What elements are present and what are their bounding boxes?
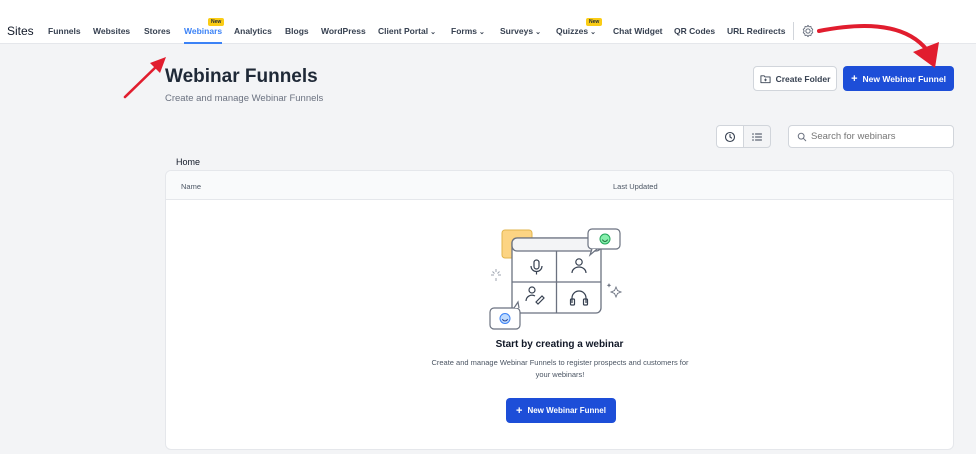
new-webinar-funnel-button[interactable]: + New Webinar Funnel	[843, 66, 954, 91]
nav-item-label: Quizzes	[556, 26, 589, 36]
nav-item-webinars[interactable]: Webinars	[184, 26, 222, 36]
nav-item-url-redirects[interactable]: URL Redirects	[727, 26, 785, 36]
new-webinar-funnel-label: New Webinar Funnel	[862, 73, 946, 84]
empty-state-new-webinar-funnel-button[interactable]: + New Webinar Funnel	[506, 398, 616, 423]
active-tab-indicator	[184, 42, 222, 44]
nav-item-analytics[interactable]: Analytics	[234, 26, 272, 36]
nav-item-stores[interactable]: Stores	[144, 26, 170, 36]
table-header: Name Last Updated	[166, 171, 953, 200]
top-navigation: Sites Funnels Websites Stores New Webina…	[0, 0, 976, 44]
nav-item-quizzes[interactable]: Quizzes ⌄	[556, 26, 596, 36]
page-subtitle: Create and manage Webinar Funnels	[165, 93, 324, 104]
nav-item-chat-widget[interactable]: Chat Widget	[613, 26, 663, 36]
nav-item-blogs[interactable]: Blogs	[285, 26, 309, 36]
clock-icon	[724, 131, 736, 142]
empty-state-button-label: New Webinar Funnel	[527, 406, 606, 415]
column-header-name[interactable]: Name	[181, 182, 201, 191]
column-header-last-updated[interactable]: Last Updated	[613, 182, 658, 191]
webinar-illustration	[489, 228, 623, 330]
nav-item-label: Client Portal	[378, 26, 429, 36]
nav-item-client-portal[interactable]: Client Portal ⌄	[378, 26, 436, 36]
nav-badge-webinars: New	[208, 18, 225, 26]
nav-item-websites[interactable]: Websites	[93, 26, 130, 36]
nav-item-label: Forms	[451, 26, 477, 36]
gear-icon[interactable]	[800, 23, 816, 39]
chevron-down-icon: ⌄	[478, 29, 485, 36]
nav-item-wordpress[interactable]: WordPress	[321, 26, 366, 36]
empty-state-title: Start by creating a webinar	[495, 339, 624, 350]
webinars-table: Name Last Updated Start by creating a we…	[165, 170, 954, 450]
nav-item-forms[interactable]: Forms ⌄	[451, 26, 485, 36]
nav-item-label: Surveys	[500, 26, 534, 36]
folder-icon	[760, 74, 771, 83]
plus-icon: +	[851, 72, 858, 85]
breadcrumb[interactable]: Home	[176, 157, 200, 167]
list-view-button[interactable]	[743, 125, 771, 148]
search-icon	[797, 132, 807, 141]
nav-item-qr-codes[interactable]: QR Codes	[674, 26, 715, 36]
chevron-down-icon: ⌄	[590, 29, 596, 36]
nav-item-funnels[interactable]: Funnels	[48, 26, 81, 36]
chevron-down-icon: ⌄	[430, 29, 436, 36]
plus-icon: +	[516, 404, 523, 417]
create-folder-button[interactable]: Create Folder	[753, 66, 837, 91]
page-title: Webinar Funnels	[165, 66, 318, 87]
create-folder-label: Create Folder	[775, 73, 831, 84]
recent-view-button[interactable]	[716, 125, 744, 148]
nav-item-surveys[interactable]: Surveys ⌄	[500, 26, 541, 36]
brand-title: Sites	[7, 24, 34, 38]
nav-divider	[793, 22, 794, 40]
list-icon	[752, 132, 763, 141]
search-box	[788, 125, 954, 148]
chevron-down-icon: ⌄	[535, 29, 541, 36]
search-input[interactable]	[811, 131, 946, 142]
empty-state-description: Create and manage Webinar Funnels to reg…	[431, 358, 689, 379]
nav-badge-quizzes: New	[586, 18, 603, 26]
